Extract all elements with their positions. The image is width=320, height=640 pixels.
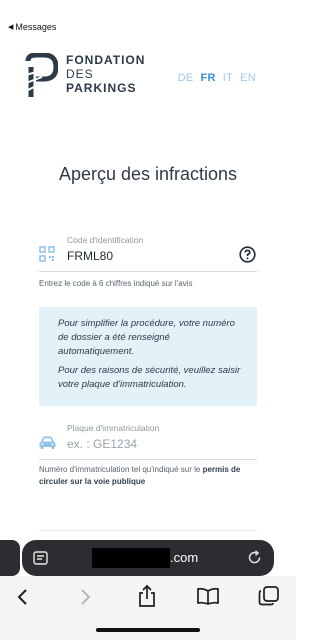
plate-help-text: Numéro d'immatriculation tel qu'indiqué … — [39, 465, 203, 474]
browser-address-bar[interactable]: .com — [22, 540, 274, 576]
info-paragraph-2: Pour des raisons de sécurité, veuillez s… — [58, 365, 241, 390]
previous-tab-edge[interactable] — [0, 540, 20, 576]
redacted-url — [92, 548, 170, 568]
lang-it[interactable]: IT — [223, 72, 233, 84]
plate-underline — [39, 459, 257, 460]
tabs-icon[interactable] — [258, 586, 280, 606]
id-code-help: Entrez le code à 6 chiffres indiqué sur … — [39, 279, 193, 288]
logo: FONDATION DES PARKINGS — [24, 53, 145, 99]
logo-line-3: PARKINGS — [66, 81, 137, 95]
plate-help: Numéro d'immatriculation tel qu'indiqué … — [39, 464, 261, 488]
page-title: Aperçu des infractions — [58, 164, 238, 184]
bookmarks-icon[interactable] — [196, 587, 220, 605]
next-section-edge — [39, 530, 257, 531]
language-switcher: DE FR IT EN — [178, 72, 256, 84]
url-suffix: .com — [170, 550, 199, 565]
logo-line-1: FONDATION — [66, 53, 146, 67]
car-icon — [39, 436, 56, 449]
lang-en[interactable]: EN — [240, 72, 256, 84]
parking-p-logo-icon — [25, 53, 58, 97]
back-to-messages-link[interactable]: ◀ Messages — [8, 22, 56, 32]
back-triangle-icon: ◀ — [8, 24, 14, 31]
reload-icon[interactable] — [247, 550, 262, 565]
logo-line-2: DES — [66, 67, 94, 81]
id-code-value[interactable]: FRML80 — [67, 249, 113, 263]
plate-label: Plaque d'immatriculation — [67, 423, 160, 433]
share-icon[interactable] — [137, 584, 157, 608]
plate-field[interactable]: Plaque d'immatriculation ex. : GE1234 — [39, 420, 257, 460]
help-question-icon[interactable] — [239, 246, 256, 263]
lang-de[interactable]: DE — [178, 72, 194, 84]
id-code-underline — [39, 271, 257, 272]
forward-chevron-icon[interactable] — [80, 588, 92, 606]
info-box: Pour simplifier la procédure, votre numé… — [39, 307, 257, 406]
qr-code-icon — [39, 246, 55, 262]
back-label: Messages — [15, 22, 57, 32]
back-chevron-icon[interactable] — [16, 588, 28, 606]
lang-fr[interactable]: FR — [200, 72, 215, 84]
info-paragraph-1: Pour simplifier la procédure, votre numé… — [58, 318, 235, 357]
id-code-label: Code d'identification — [67, 235, 144, 245]
plate-input-placeholder[interactable]: ex. : GE1234 — [67, 437, 137, 451]
home-indicator — [96, 628, 200, 632]
id-code-field[interactable]: Code d'identification FRML80 — [39, 232, 257, 272]
page-menu-icon[interactable] — [33, 551, 48, 565]
